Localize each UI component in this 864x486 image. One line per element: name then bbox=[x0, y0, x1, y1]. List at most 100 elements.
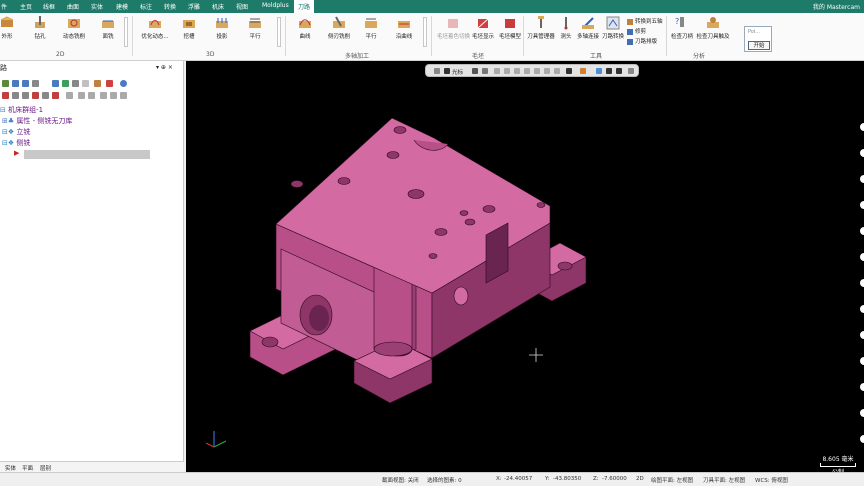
manager-tabs: 实体 平面 层别 bbox=[0, 461, 184, 472]
parallel-multiaxis-button[interactable]: 平行 bbox=[362, 16, 380, 40]
pocket-button[interactable]: 挖槽 bbox=[180, 16, 198, 40]
stock-shading-toggle-button[interactable]: 毛坯着色切换 bbox=[437, 16, 470, 40]
tab-planes[interactable]: 平面 bbox=[22, 464, 33, 472]
post-icon[interactable] bbox=[82, 80, 89, 87]
scale-indicator: 8.605 毫米 公制 bbox=[820, 454, 856, 472]
toolpath-group-vertical-node[interactable]: ⊟❖ 立铣 bbox=[2, 127, 30, 137]
regen-icon[interactable] bbox=[22, 80, 29, 87]
delete-icon[interactable] bbox=[106, 80, 113, 87]
dynamic-mill-button[interactable]: 动态铣削 bbox=[60, 16, 88, 40]
toolpath-transform-button[interactable]: 刀路转换 bbox=[601, 16, 625, 40]
contour-button[interactable]: 外形 bbox=[0, 16, 14, 40]
drill-button[interactable]: 钻孔 bbox=[30, 16, 50, 40]
trim-button[interactable]: 修剪 bbox=[627, 27, 646, 35]
insert-arrow-icon[interactable]: ▶ bbox=[14, 149, 19, 157]
graphics-viewport[interactable]: 光标 8.605 毫米 bbox=[186, 61, 864, 472]
menu-view[interactable]: 视图 bbox=[236, 2, 248, 11]
project-button[interactable]: 投影 bbox=[213, 16, 231, 40]
display-icon[interactable] bbox=[66, 92, 73, 99]
move-up-icon[interactable] bbox=[12, 92, 19, 99]
insert-arrow-icon[interactable] bbox=[32, 92, 39, 99]
expand-icon[interactable] bbox=[100, 92, 107, 99]
menu-surface[interactable]: 曲面 bbox=[67, 2, 79, 11]
lock-icon[interactable] bbox=[78, 92, 85, 99]
menu-machine[interactable]: 机床 bbox=[212, 2, 224, 11]
panel-title: 路 bbox=[0, 64, 7, 72]
section-view-status[interactable]: 截面视图: 关闭 bbox=[382, 476, 419, 484]
swarf-button[interactable]: 侧刃铣削 bbox=[326, 16, 352, 40]
group-2d-scroll[interactable] bbox=[124, 17, 128, 47]
along-curve-button[interactable]: 沿曲线 bbox=[393, 16, 415, 40]
menu-relief[interactable]: 浮雕 bbox=[188, 2, 200, 11]
stock-display-button[interactable]: 毛坯显示 bbox=[471, 16, 495, 40]
tplane-status[interactable]: 刀具平面: 左视图 bbox=[703, 476, 745, 484]
group-3d-scroll[interactable] bbox=[277, 17, 281, 47]
drill-icon bbox=[35, 16, 45, 28]
group-stock-label: 毛坯 bbox=[472, 53, 485, 60]
nesting-button[interactable]: 刀路排版 bbox=[627, 37, 657, 45]
point-field[interactable]: Poi... bbox=[748, 29, 760, 35]
menu-transform[interactable]: 转换 bbox=[164, 2, 176, 11]
panel-pin-close[interactable]: ▾ ⊕ × bbox=[156, 64, 173, 71]
check-holder-button[interactable]: ? 检查刀柄 bbox=[670, 16, 694, 40]
select-ops-icon[interactable] bbox=[12, 80, 19, 87]
arrow-down-icon[interactable] bbox=[42, 92, 49, 99]
toolpath-group-side-node[interactable]: ⊟❖ 侧铣 bbox=[2, 138, 30, 148]
hole bbox=[428, 253, 438, 259]
optirough-button[interactable]: 优化动态... bbox=[140, 16, 170, 40]
menu-moldplus[interactable]: Moldplus bbox=[262, 2, 289, 9]
group-multiaxis-scroll[interactable] bbox=[423, 17, 427, 47]
optirough-icon bbox=[149, 20, 161, 28]
parallel-icon bbox=[365, 18, 377, 28]
regen-dirty-icon[interactable] bbox=[32, 80, 39, 87]
curve-button[interactable]: 曲线 bbox=[296, 16, 314, 40]
toggle-icon[interactable] bbox=[2, 92, 9, 99]
menu-home[interactable]: 主页 bbox=[20, 2, 32, 11]
stock-shading-icon bbox=[448, 19, 458, 28]
divider bbox=[666, 16, 667, 56]
arrow-up-icon[interactable] bbox=[52, 92, 59, 99]
menu-solid[interactable]: 实体 bbox=[91, 2, 103, 11]
start-button[interactable]: 开始 bbox=[748, 41, 770, 50]
options-icon[interactable] bbox=[120, 92, 127, 99]
tab-solids[interactable]: 实体 bbox=[5, 464, 16, 472]
face-mill-button[interactable]: 面铣 bbox=[98, 16, 118, 40]
machine-group-node[interactable]: ⊟ 机床群组-1 bbox=[0, 105, 43, 115]
collapse-icon[interactable] bbox=[110, 92, 117, 99]
verify-icon[interactable] bbox=[62, 80, 69, 87]
wcs-status[interactable]: WCS: 俯视图 bbox=[755, 476, 788, 484]
stock-model-button[interactable]: 毛坯模型 bbox=[498, 16, 522, 40]
highfeed-icon[interactable] bbox=[94, 80, 101, 87]
menu-wireframe[interactable]: 线框 bbox=[43, 2, 55, 11]
bore-inner bbox=[309, 305, 329, 331]
swarf-icon bbox=[333, 16, 345, 28]
divider bbox=[132, 16, 133, 56]
menu-file[interactable]: 件 bbox=[1, 2, 7, 11]
part-model[interactable] bbox=[186, 61, 864, 472]
z-coordinate[interactable]: -7.60000 bbox=[602, 476, 627, 482]
properties-node[interactable]: ⊞♣ 属性 - 侧铣无刀库 bbox=[2, 116, 72, 126]
multiaxis-link-button[interactable]: 多轴连接 bbox=[576, 16, 600, 40]
convert-to-5axis-button[interactable]: 转换到五轴 bbox=[627, 17, 663, 25]
tab-levels[interactable]: 层别 bbox=[40, 464, 51, 472]
divider bbox=[523, 16, 524, 56]
menu-dimension[interactable]: 标注 bbox=[140, 2, 152, 11]
menu-toolpaths[interactable]: 刀路 bbox=[294, 0, 315, 13]
select-all-icon[interactable] bbox=[2, 80, 9, 87]
menu-model[interactable]: 建模 bbox=[116, 2, 128, 11]
toolbar-row-1 bbox=[0, 78, 184, 90]
toolbar-row-2 bbox=[0, 90, 184, 102]
check-tool-reach-button[interactable]: 检查刀具触及 bbox=[696, 16, 730, 40]
backplot-icon[interactable] bbox=[52, 80, 59, 87]
tool-manager-button[interactable]: 刀具管理器 bbox=[526, 16, 556, 40]
parallel-3d-button[interactable]: 平行 bbox=[246, 16, 264, 40]
probe-button[interactable]: 测头 bbox=[559, 16, 573, 40]
my-mastercam[interactable]: 我的 Mastercam bbox=[813, 2, 860, 11]
simulate-icon[interactable] bbox=[72, 80, 79, 87]
gview-status[interactable]: 绘图平面: 左视图 bbox=[651, 476, 693, 484]
move-down-icon[interactable] bbox=[22, 92, 29, 99]
hide-icon[interactable] bbox=[88, 92, 95, 99]
help-icon[interactable] bbox=[120, 80, 127, 87]
along-curve-icon bbox=[398, 21, 410, 28]
mode-2d-3d[interactable]: 2D bbox=[636, 476, 644, 482]
